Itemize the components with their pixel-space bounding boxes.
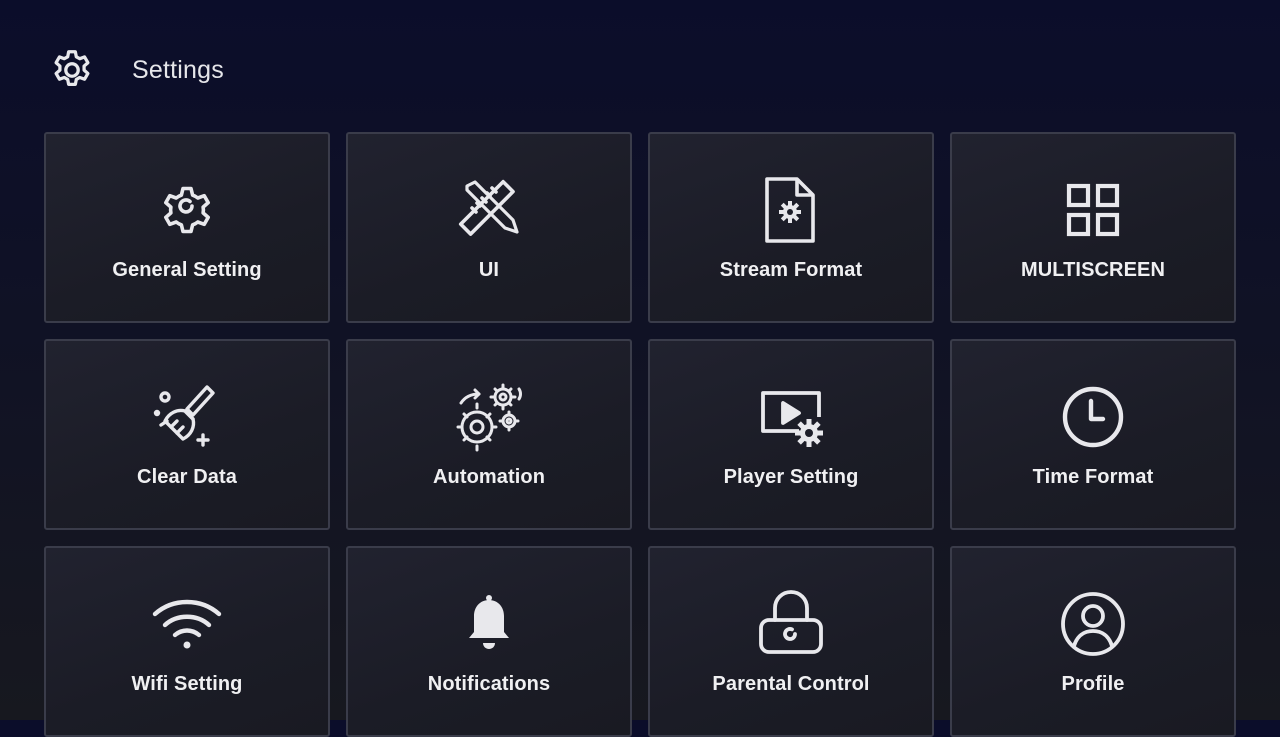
tile-label: UI xyxy=(478,259,500,281)
tile-label: Clear Data xyxy=(137,466,237,488)
tile-label: Parental Control xyxy=(712,673,870,695)
file-settings-icon xyxy=(755,174,827,246)
gear-icon[interactable] xyxy=(48,46,96,94)
tile-label: Profile xyxy=(1061,673,1125,695)
bell-icon xyxy=(453,588,525,660)
lock-icon xyxy=(755,588,827,660)
player-setting-tile[interactable]: Player Setting xyxy=(648,339,934,530)
tile-label: Time Format xyxy=(1032,466,1154,488)
tile-label: Notifications xyxy=(427,673,551,695)
video-settings-icon xyxy=(755,381,827,453)
parental-control-tile[interactable]: Parental Control xyxy=(648,546,934,737)
tile-label: Wifi Setting xyxy=(131,673,243,695)
tile-label: Automation xyxy=(432,466,546,488)
grid-icon xyxy=(1057,174,1129,246)
clock-icon xyxy=(1057,381,1129,453)
page-title: Settings xyxy=(132,55,224,84)
clear-data-tile[interactable]: Clear Data xyxy=(44,339,330,530)
stream-format-tile[interactable]: Stream Format xyxy=(648,132,934,323)
notifications-tile[interactable]: Notifications xyxy=(346,546,632,737)
profile-tile[interactable]: Profile xyxy=(950,546,1236,737)
tile-label: General Setting xyxy=(112,259,262,281)
page-header: Settings xyxy=(48,44,224,96)
tile-label: MULTISCREEN xyxy=(1020,259,1166,281)
wifi-setting-tile[interactable]: Wifi Setting xyxy=(44,546,330,737)
wifi-icon xyxy=(151,588,223,660)
automation-tile[interactable]: Automation xyxy=(346,339,632,530)
tile-label: Stream Format xyxy=(719,259,863,281)
user-circle-icon xyxy=(1057,588,1129,660)
gears-automation-icon xyxy=(453,381,525,453)
settings-grid: General Setting UI Stream Format MULTISC… xyxy=(44,132,1236,737)
multiscreen-tile[interactable]: MULTISCREEN xyxy=(950,132,1236,323)
ruler-pencil-icon xyxy=(453,174,525,246)
gear-icon xyxy=(151,174,223,246)
general-setting-tile[interactable]: General Setting xyxy=(44,132,330,323)
broom-icon xyxy=(151,381,223,453)
ui-tile[interactable]: UI xyxy=(346,132,632,323)
tile-label: Player Setting xyxy=(723,466,859,488)
time-format-tile[interactable]: Time Format xyxy=(950,339,1236,530)
